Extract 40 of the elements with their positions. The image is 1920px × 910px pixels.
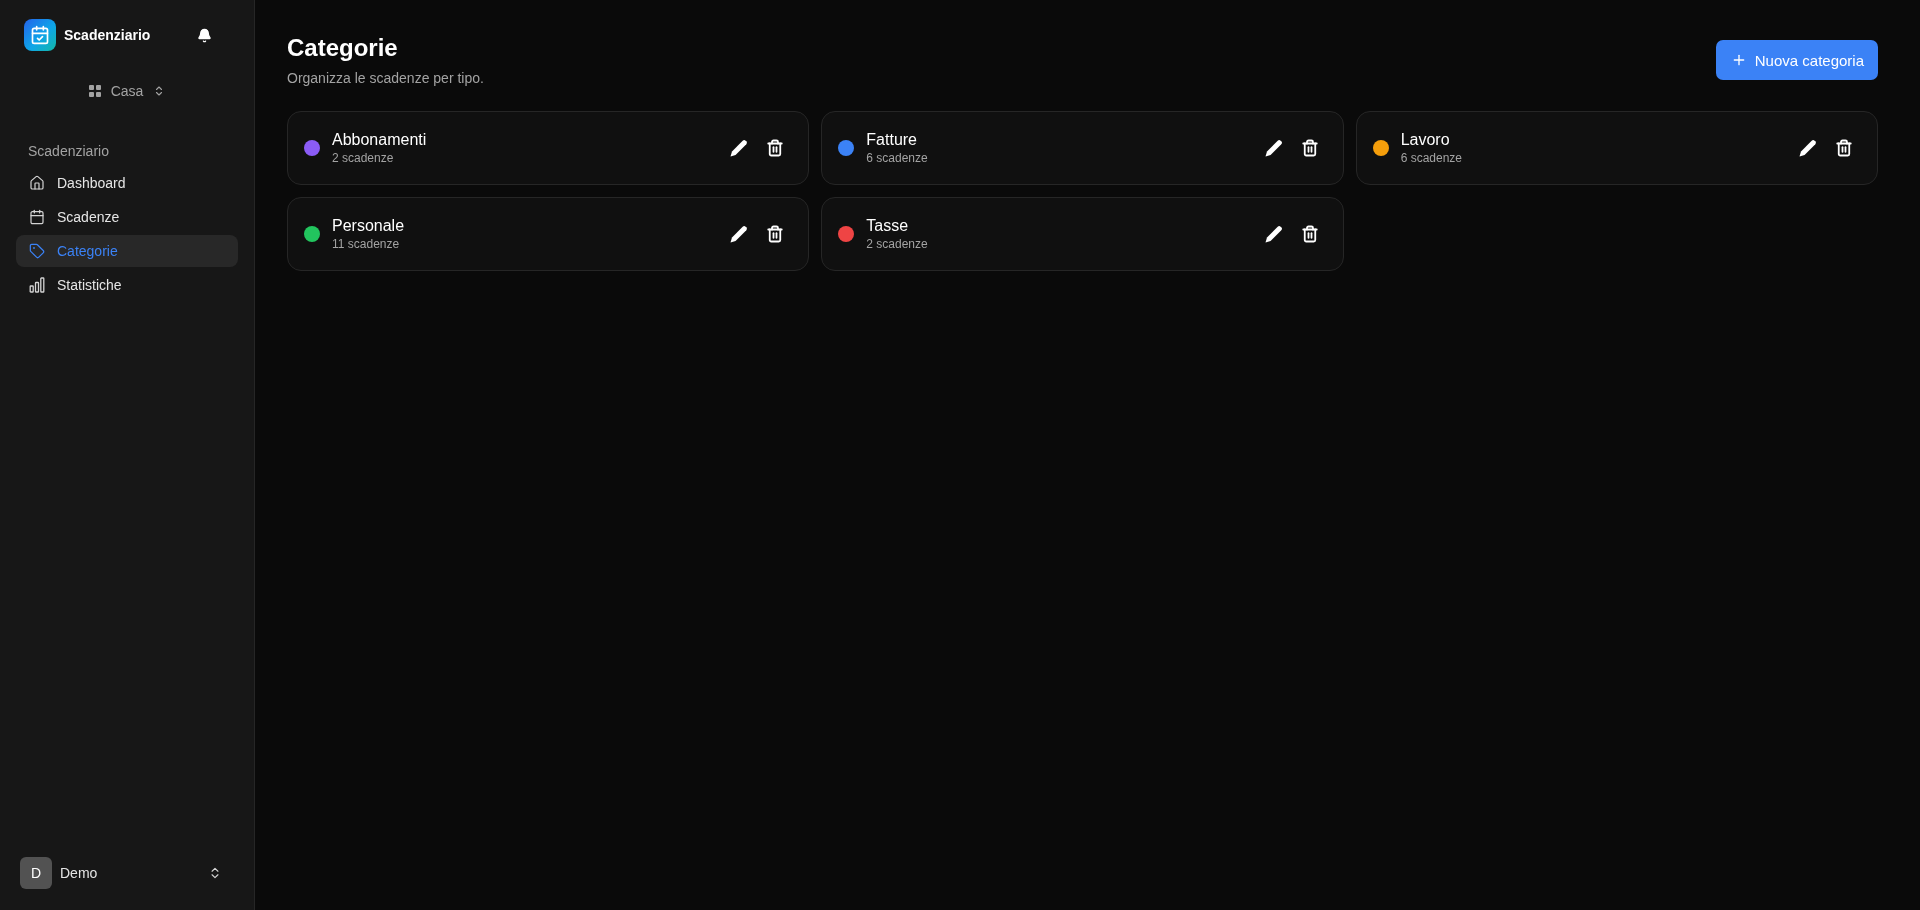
category-count: 6 scadenze bbox=[866, 150, 928, 166]
category-name: Tasse bbox=[866, 216, 910, 236]
category-count: 6 scadenze bbox=[1400, 150, 1463, 166]
pencil-icon bbox=[730, 225, 749, 243]
grid-icon bbox=[88, 85, 101, 97]
trash-icon bbox=[1835, 139, 1853, 157]
pencil-icon bbox=[1264, 225, 1283, 243]
category-count: 2 scadenze bbox=[866, 236, 928, 252]
pencil-icon bbox=[730, 139, 749, 157]
pencil-icon bbox=[1264, 139, 1283, 157]
trash-icon bbox=[766, 139, 785, 157]
category-name: Abbonamenti bbox=[332, 130, 427, 150]
nav-group-label: Scadenziario bbox=[27, 142, 110, 161]
nav-item[interactable]: Categorie bbox=[16, 235, 238, 267]
nav-item[interactable]: Statistiche bbox=[16, 269, 238, 301]
bell-icon bbox=[197, 27, 212, 43]
workspace-switcher[interactable]: Casa bbox=[84, 77, 170, 105]
pencil-icon bbox=[1799, 139, 1817, 157]
category-name: Personale bbox=[332, 216, 405, 236]
notifications-button[interactable] bbox=[197, 27, 212, 43]
home-icon bbox=[29, 175, 45, 191]
category-count: 11 scadenze bbox=[332, 236, 401, 252]
calendar-icon bbox=[29, 209, 45, 225]
new-category-button[interactable]: Nuova categoria bbox=[1715, 40, 1878, 80]
nav-item[interactable]: Scadenze bbox=[16, 201, 238, 233]
trash-icon bbox=[766, 225, 785, 243]
user-avatar: D bbox=[20, 857, 52, 889]
category-count: 2 scadenze bbox=[332, 150, 395, 166]
tag-icon bbox=[29, 243, 45, 259]
app-title: Scadenziario bbox=[64, 27, 151, 43]
calendar-check-icon bbox=[24, 19, 56, 51]
page-subtitle: Organizza le scadenze per tipo. bbox=[287, 69, 484, 88]
nav-item[interactable]: Dashboard bbox=[16, 167, 238, 199]
page-title: Categorie bbox=[287, 33, 399, 63]
user-name: Demo bbox=[60, 865, 98, 881]
trash-icon bbox=[1300, 225, 1319, 243]
trash-icon bbox=[1300, 139, 1319, 157]
category-name: Fatture bbox=[866, 130, 918, 150]
bar-chart-icon bbox=[29, 277, 45, 293]
category-name: Lavoro bbox=[1400, 130, 1451, 150]
